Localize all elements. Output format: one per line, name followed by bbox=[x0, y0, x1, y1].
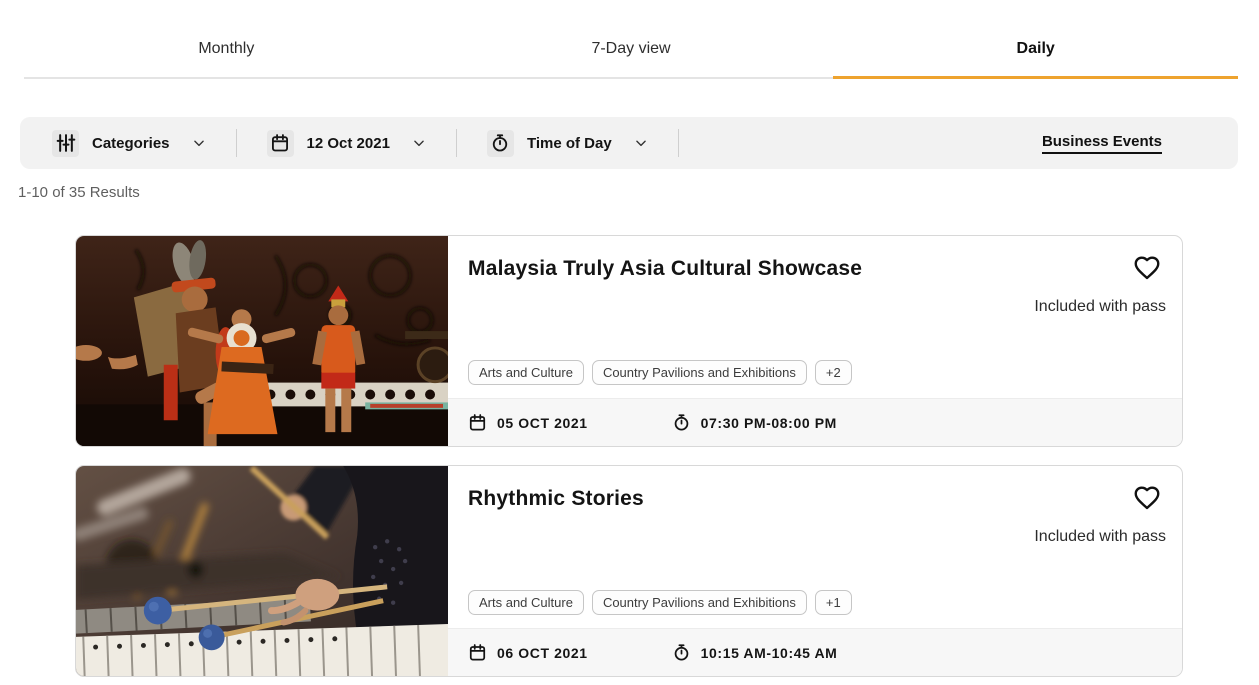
event-date-text: 05 OCT 2021 bbox=[497, 415, 588, 431]
calendar-icon bbox=[267, 130, 294, 157]
chevron-down-icon bbox=[192, 136, 206, 150]
pass-label: Included with pass bbox=[1034, 298, 1166, 316]
date-filter-label: 12 Oct 2021 bbox=[307, 135, 390, 152]
event-time-text: 10:15 AM-10:45 AM bbox=[701, 645, 838, 661]
chevron-down-icon bbox=[634, 136, 648, 150]
results-count: 1-10 of 35 Results bbox=[18, 184, 1259, 201]
event-time: 10:15 AM-10:45 AM bbox=[672, 643, 838, 662]
time-of-day-filter[interactable]: Time of Day bbox=[487, 130, 648, 157]
event-title: Malaysia Truly Asia Cultural Showcase bbox=[468, 257, 1158, 281]
categories-filter[interactable]: Categories bbox=[52, 130, 206, 157]
event-card-body: Included with pass Rhythmic Stories Arts… bbox=[448, 466, 1182, 676]
event-date-text: 06 OCT 2021 bbox=[497, 645, 588, 661]
event-meta-bar: 06 OCT 2021 10:15 AM-10:45 AM bbox=[448, 628, 1182, 676]
tag-list: Arts and Culture Country Pavilions and E… bbox=[468, 590, 1158, 615]
heart-icon[interactable] bbox=[1131, 481, 1163, 513]
sliders-icon bbox=[52, 130, 79, 157]
tab-7-day-view[interactable]: 7-Day view bbox=[429, 30, 834, 79]
event-date: 05 OCT 2021 bbox=[468, 413, 588, 432]
tag-country-pavilions: Country Pavilions and Exhibitions bbox=[592, 360, 807, 385]
tag-list: Arts and Culture Country Pavilions and E… bbox=[468, 360, 1158, 385]
time-of-day-label: Time of Day bbox=[527, 135, 612, 152]
chevron-down-icon bbox=[412, 136, 426, 150]
event-meta-bar: 05 OCT 2021 07:30 PM-08:00 PM bbox=[448, 398, 1182, 446]
pass-label: Included with pass bbox=[1034, 528, 1166, 546]
event-time: 07:30 PM-08:00 PM bbox=[672, 413, 837, 432]
filter-divider bbox=[236, 129, 237, 157]
filter-divider bbox=[678, 129, 679, 157]
filter-divider bbox=[456, 129, 457, 157]
event-list: Included with pass Malaysia Truly Asia C… bbox=[75, 235, 1183, 677]
stopwatch-icon bbox=[487, 130, 514, 157]
view-tabs: Monthly 7-Day view Daily bbox=[24, 30, 1238, 79]
calendar-icon bbox=[468, 643, 487, 662]
calendar-icon bbox=[468, 413, 487, 432]
tag-arts-and-culture: Arts and Culture bbox=[468, 590, 584, 615]
event-card-malaysia-truly-asia[interactable]: Included with pass Malaysia Truly Asia C… bbox=[75, 235, 1183, 447]
tab-daily[interactable]: Daily bbox=[833, 30, 1238, 79]
categories-label: Categories bbox=[92, 135, 170, 152]
event-title: Rhythmic Stories bbox=[468, 487, 1158, 511]
tag-more-count: +2 bbox=[815, 360, 852, 385]
tag-arts-and-culture: Arts and Culture bbox=[468, 360, 584, 385]
event-image-cultural-showcase bbox=[76, 236, 448, 446]
heart-icon[interactable] bbox=[1131, 251, 1163, 283]
date-filter[interactable]: 12 Oct 2021 bbox=[267, 130, 426, 157]
event-date: 06 OCT 2021 bbox=[468, 643, 588, 662]
event-card-body: Included with pass Malaysia Truly Asia C… bbox=[448, 236, 1182, 446]
event-image-rhythmic-stories bbox=[76, 466, 448, 676]
event-time-text: 07:30 PM-08:00 PM bbox=[701, 415, 837, 431]
tab-monthly[interactable]: Monthly bbox=[24, 30, 429, 79]
event-card-rhythmic-stories[interactable]: Included with pass Rhythmic Stories Arts… bbox=[75, 465, 1183, 677]
stopwatch-icon bbox=[672, 643, 691, 662]
tag-country-pavilions: Country Pavilions and Exhibitions bbox=[592, 590, 807, 615]
tag-more-count: +1 bbox=[815, 590, 852, 615]
business-events-link[interactable]: Business Events bbox=[1042, 133, 1162, 154]
filter-bar: Categories 12 Oct 2021 Time of Day bbox=[20, 117, 1238, 169]
stopwatch-icon bbox=[672, 413, 691, 432]
